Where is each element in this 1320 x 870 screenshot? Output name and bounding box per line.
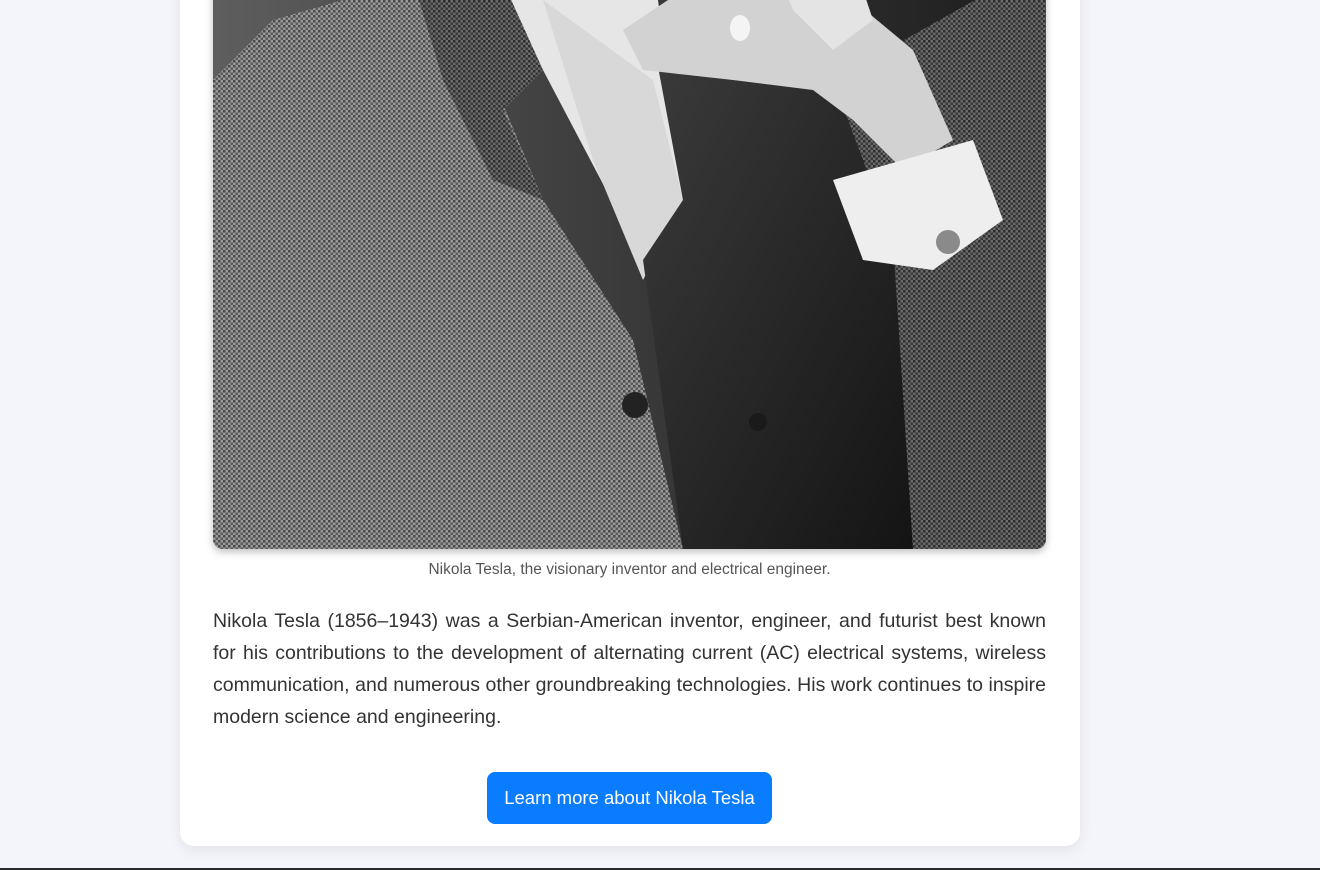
tesla-portrait-image <box>213 0 1046 549</box>
profile-card: Nikola Tesla, the visionary inventor and… <box>180 0 1080 846</box>
learn-more-button[interactable]: Learn more about Nikola Tesla <box>487 772 772 824</box>
bio-paragraph: Nikola Tesla (1856–1943) was a Serbian-A… <box>213 610 1046 728</box>
image-caption: Nikola Tesla, the visionary inventor and… <box>428 561 831 578</box>
